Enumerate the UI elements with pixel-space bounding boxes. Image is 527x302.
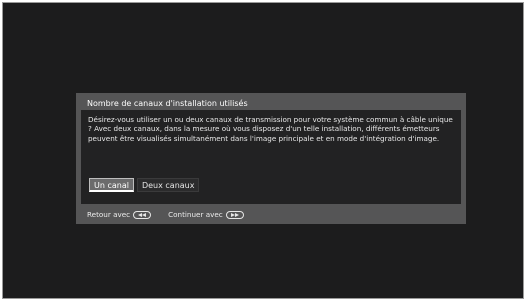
- back-label: Retour avec: [87, 210, 131, 219]
- dialog-footer: Retour avec Continuer avec: [87, 210, 244, 219]
- option-one-channel[interactable]: Un canal: [89, 178, 134, 192]
- tv-screen: Nombre de canaux d'installation utilisés…: [2, 2, 524, 299]
- dialog-content: Désirez-vous utiliser un ou deux canaux …: [81, 110, 461, 204]
- continue-label: Continuer avec: [168, 210, 223, 219]
- channel-count-dialog: Nombre de canaux d'installation utilisés…: [76, 93, 466, 224]
- option-two-channels[interactable]: Deux canaux: [136, 178, 200, 192]
- continue-hint[interactable]: Continuer avec: [168, 210, 244, 219]
- rewind-button-icon: [133, 210, 152, 219]
- dialog-message: Désirez-vous utiliser un ou deux canaux …: [88, 115, 453, 143]
- dialog-title: Nombre de canaux d'installation utilisés: [87, 99, 248, 108]
- channel-options: Un canal Deux canaux: [89, 178, 200, 192]
- back-hint[interactable]: Retour avec: [87, 210, 152, 219]
- fast-forward-button-icon: [225, 210, 244, 219]
